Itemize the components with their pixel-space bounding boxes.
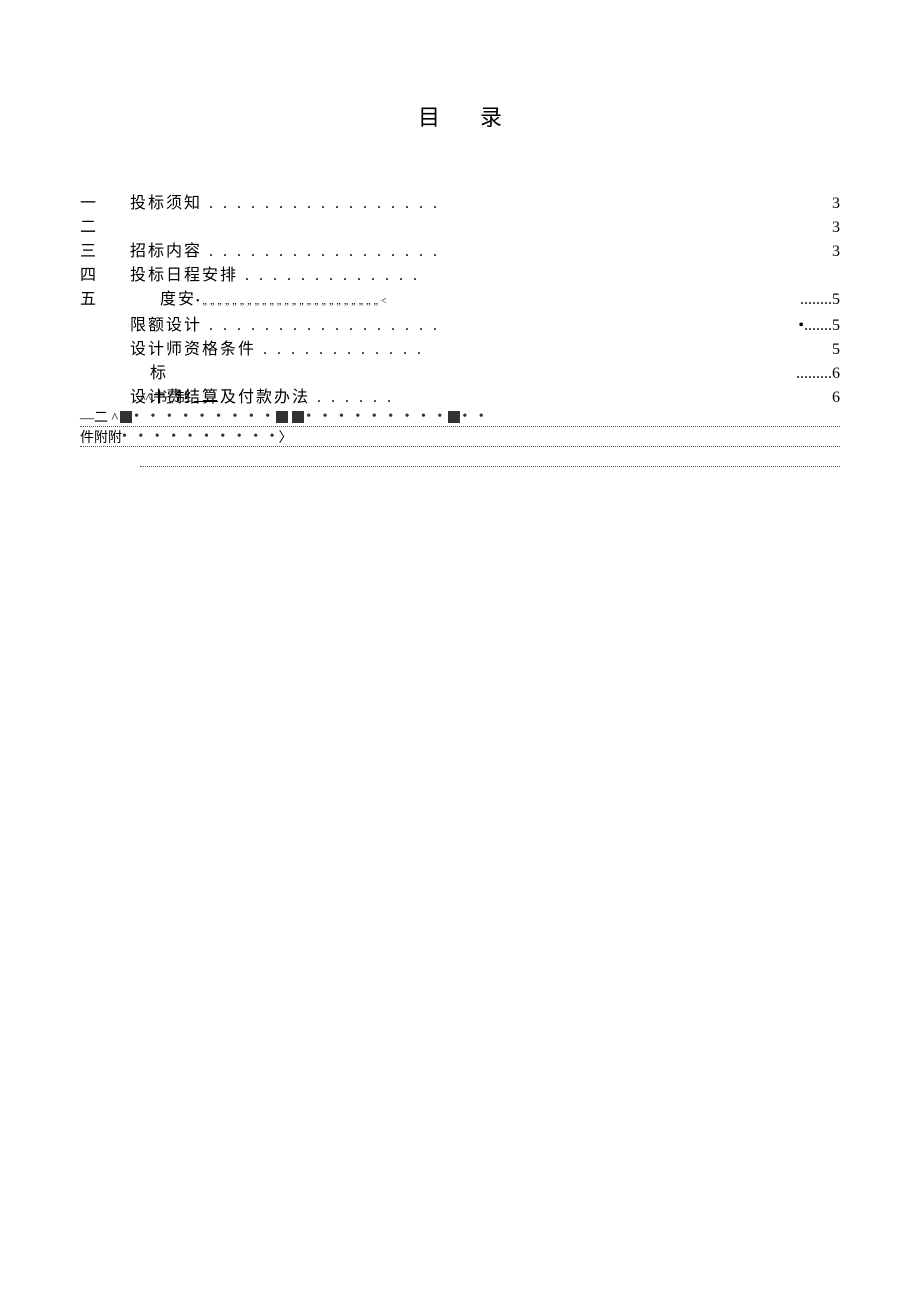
- toc-row: 招标内容 . . . . . . . . . . . . . . . . . 3: [130, 240, 840, 264]
- toc-label: 设计师资格条件 . . . . . . . . . . . .: [130, 338, 424, 362]
- toc-page: 5: [832, 338, 840, 362]
- toc-entries: 投标须知 . . . . . . . . . . . . . . . . . 3…: [130, 192, 840, 410]
- page-title: 目录: [120, 100, 840, 132]
- dots-icon: • •: [462, 409, 487, 425]
- footer-row: 件附附 • • • • • • • • • • 〉: [80, 427, 840, 447]
- square-icon: [448, 411, 460, 423]
- fragment-mid: „: [169, 394, 173, 405]
- toc-label: 投标须知 . . . . . . . . . . . . . . . . .: [130, 192, 440, 216]
- number-item: 四: [80, 264, 96, 288]
- toc-row: 度安•„„„„„„„„„„„„„„„„„„„„„„„„< ........5: [130, 288, 840, 314]
- fragment-char: 制: [176, 387, 190, 407]
- toc-row: 3: [130, 216, 840, 240]
- toc-row: 投标须知 . . . . . . . . . . . . . . . . . 3: [130, 192, 840, 216]
- document-page: 目录 一 二 三 四 五 投标须知 . . . . . . . . . . . …: [0, 0, 920, 292]
- square-icon: [292, 411, 304, 423]
- toc-row: 设计师资格条件 . . . . . . . . . . . . 5: [130, 338, 840, 362]
- caret-icon: ^^: [140, 391, 151, 406]
- footer-prefix: —二 ^: [80, 407, 118, 427]
- square-icon: [276, 411, 288, 423]
- toc-label: 招标内容 . . . . . . . . . . . . . . . . .: [130, 240, 440, 264]
- number-item: 一: [80, 192, 96, 216]
- toc-page: •.......5: [798, 314, 840, 338]
- dots-icon: • • • • • • • • •: [306, 409, 446, 425]
- toc-page: .........6: [796, 362, 840, 386]
- toc-label: 投标日程安排 . . . . . . . . . . . . .: [130, 264, 420, 288]
- fragment-char: 书: [153, 387, 167, 407]
- footer-row: —二 ^ • • • • • • • • • • • • • • • • • •…: [80, 407, 840, 427]
- footer-prefix: 件附附: [80, 427, 122, 447]
- dots-icon: • • • • • • • • • •: [122, 429, 279, 445]
- toc-row: 标 .........6: [130, 362, 840, 386]
- toc-label: 限额设计 . . . . . . . . . . . . . . . . .: [130, 314, 440, 338]
- toc-page: ........5: [800, 288, 840, 314]
- arrow-icon: 〉: [279, 427, 293, 447]
- dots-icon: • • • • • • • • •: [134, 409, 274, 425]
- footer-row: [140, 447, 840, 467]
- number-item: 三: [80, 240, 96, 264]
- footer-lines: —二 ^ • • • • • • • • • • • • • • • • • •…: [80, 407, 840, 467]
- toc-row: 投标日程安排 . . . . . . . . . . . . .: [130, 264, 840, 288]
- underline-icon: [194, 401, 218, 402]
- fragment-text: ^^ 书 „ 制: [140, 387, 218, 407]
- toc-page: 3: [832, 216, 840, 240]
- number-item: 五: [80, 288, 96, 312]
- square-icon: [120, 411, 132, 423]
- toc-label: 标: [150, 362, 168, 386]
- toc-label: 度安•„„„„„„„„„„„„„„„„„„„„„„„„<: [160, 288, 390, 314]
- section-numbers: 一 二 三 四 五: [80, 192, 96, 312]
- number-item: 二: [80, 216, 96, 240]
- toc-row: 限额设计 . . . . . . . . . . . . . . . . . •…: [130, 314, 840, 338]
- toc-page: 3: [832, 240, 840, 264]
- toc-page: 3: [832, 192, 840, 216]
